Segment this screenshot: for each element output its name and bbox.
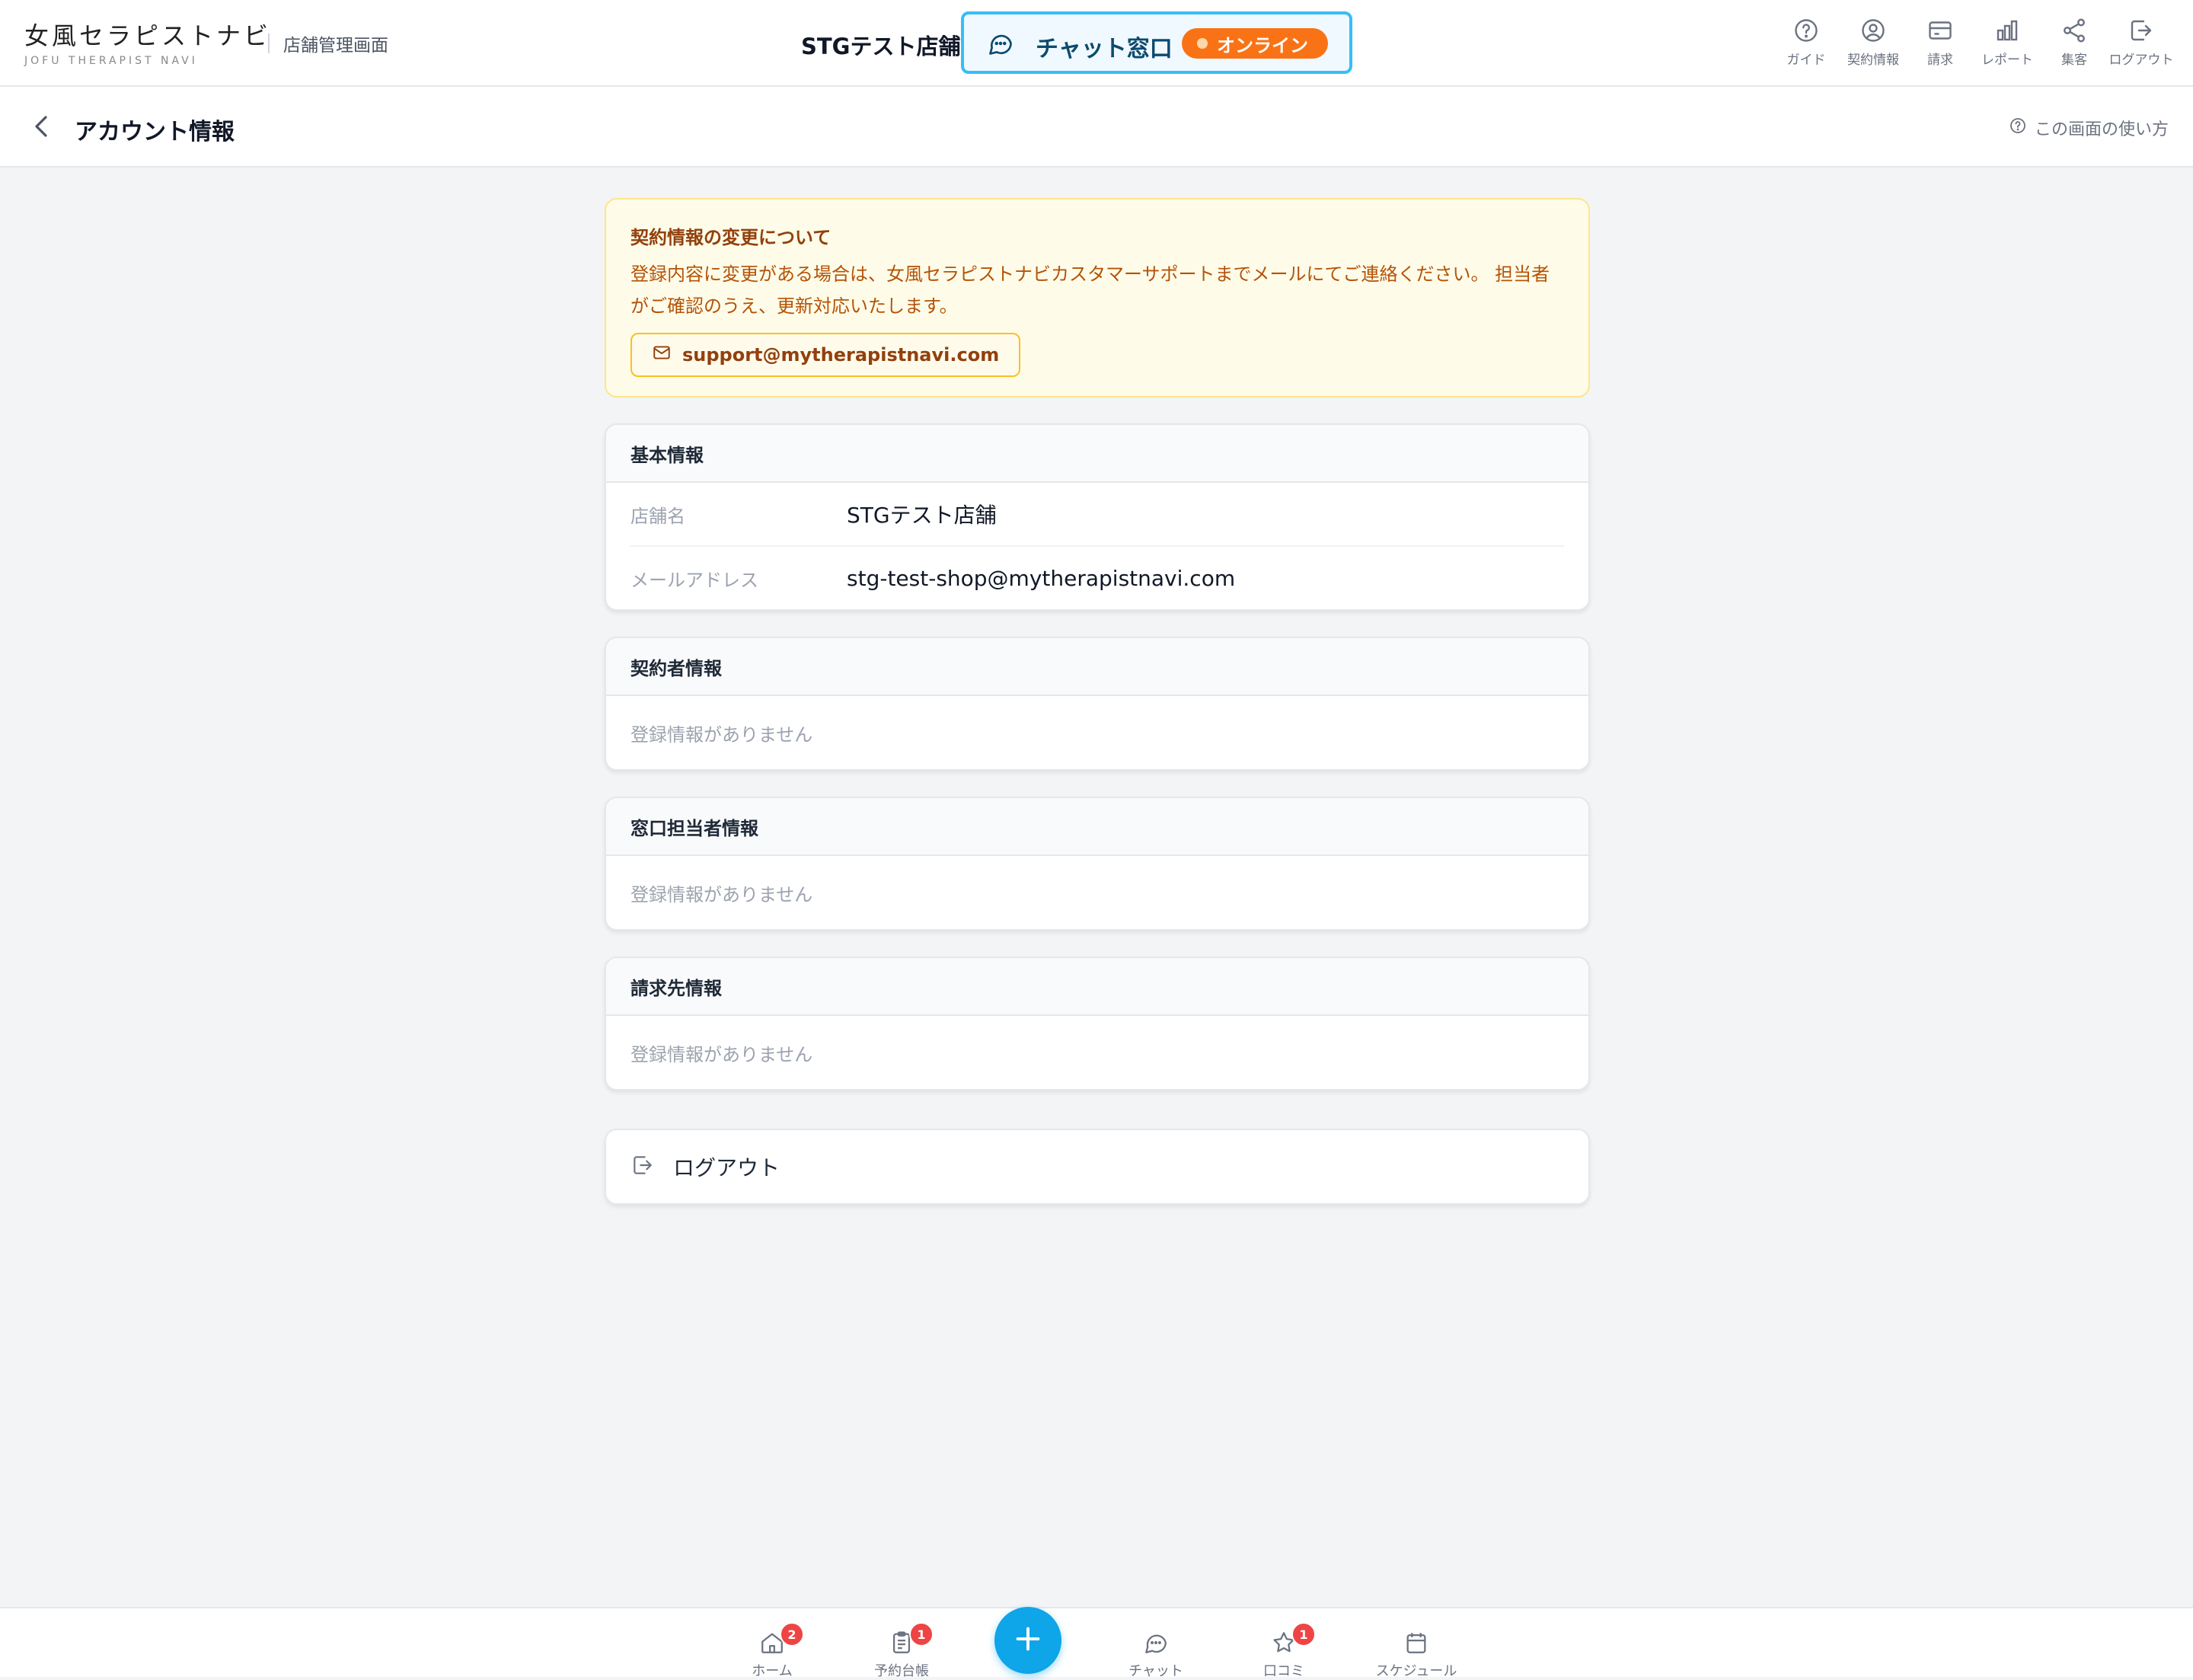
plus-icon bbox=[1013, 1624, 1043, 1657]
chat-window-button[interactable]: チャット窓口 オンライン bbox=[961, 11, 1352, 74]
bottom-nav-label: 口コミ bbox=[1263, 1663, 1304, 1679]
info-value: stg-test-shop@mytherapistnavi.com bbox=[847, 565, 1236, 591]
help-circle-icon bbox=[1773, 17, 1840, 44]
bottom-nav: 2 ホーム 1 予約台帳 チャット 1 口コミ スケジュール bbox=[0, 1607, 2193, 1680]
logout-icon bbox=[2108, 17, 2175, 44]
top-nav-report[interactable]: レポート bbox=[1974, 17, 2041, 68]
logout-label: ログアウト bbox=[673, 1155, 780, 1180]
info-label: メールアドレス bbox=[630, 569, 758, 591]
top-nav-label: レポート bbox=[1981, 53, 2033, 68]
store-name: STGテスト店舗 bbox=[801, 34, 961, 59]
top-nav-marketing[interactable]: 集客 bbox=[2041, 17, 2108, 68]
mail-icon bbox=[652, 343, 682, 367]
top-nav-label: ガイド bbox=[1786, 53, 1826, 68]
bottom-nav-label: スケジュール bbox=[1375, 1663, 1457, 1679]
chat-icon bbox=[1110, 1630, 1202, 1656]
clipboard-icon bbox=[856, 1630, 947, 1656]
bottom-nav-label: ホーム bbox=[752, 1663, 793, 1679]
top-nav: ガイド 契約情報 請求 レポート 集客 ログアウト bbox=[1773, 17, 2175, 68]
notification-badge: 1 bbox=[1291, 1622, 1316, 1646]
empty-message: 登録情報がありません bbox=[630, 883, 813, 905]
bottom-nav-chat[interactable]: チャット bbox=[1110, 1630, 1202, 1680]
screen-help-label: この画面の使い方 bbox=[2034, 120, 2169, 139]
logout-icon bbox=[630, 1153, 673, 1180]
card-title: 契約者情報 bbox=[606, 638, 1588, 696]
notification-badge: 1 bbox=[909, 1622, 934, 1646]
contract-change-notice: 契約情報の変更について 登録内容に変更がある場合は、女風セラピストナビカスタマー… bbox=[605, 198, 1590, 398]
empty-message: 登録情報がありません bbox=[630, 723, 813, 746]
chat-window-label: チャット窓口 bbox=[1036, 36, 1173, 62]
calendar-icon bbox=[1371, 1630, 1462, 1656]
bottom-nav-home[interactable]: 2 ホーム bbox=[726, 1622, 818, 1680]
empty-message: 登録情報がありません bbox=[630, 1043, 813, 1065]
bottom-nav-label: チャット bbox=[1128, 1663, 1183, 1679]
page-title: アカウント情報 bbox=[75, 119, 235, 145]
help-circle-icon bbox=[2009, 117, 2035, 139]
support-email-text: support@mytherapistnavi.com bbox=[682, 344, 1000, 366]
contact-info-card: 窓口担当者情報 登録情報がありません bbox=[605, 797, 1590, 931]
top-nav-label: 契約情報 bbox=[1847, 53, 1899, 68]
back-chevron-icon[interactable] bbox=[30, 114, 52, 142]
notification-badge: 2 bbox=[780, 1622, 804, 1646]
billing-info-card: 請求先情報 登録情報がありません bbox=[605, 957, 1590, 1091]
user-circle-icon bbox=[1840, 17, 1907, 44]
contractor-info-card: 契約者情報 登録情報がありません bbox=[605, 637, 1590, 771]
share-icon bbox=[2041, 17, 2108, 44]
online-status-badge: オンライン bbox=[1182, 28, 1328, 59]
logo-divider bbox=[268, 34, 270, 53]
star-icon bbox=[1238, 1630, 1330, 1656]
bottom-nav-label: 予約台帳 bbox=[874, 1663, 929, 1679]
basic-info-card: 基本情報 店舗名 STGテスト店舗 メールアドレス stg-test-shop@… bbox=[605, 423, 1590, 611]
info-label: 店舗名 bbox=[630, 505, 685, 527]
info-row: 店舗名 STGテスト店舗 bbox=[630, 483, 1564, 545]
screen-help-link[interactable]: この画面の使い方 bbox=[2009, 116, 2169, 140]
main-content: 契約情報の変更について 登録内容に変更がある場合は、女風セラピストナビカスタマー… bbox=[605, 198, 1590, 1205]
top-nav-label: ログアウト bbox=[2108, 53, 2174, 68]
card-title: 請求先情報 bbox=[606, 958, 1588, 1016]
chat-bubble-icon bbox=[987, 30, 1014, 60]
top-nav-label: 請求 bbox=[1927, 53, 1953, 68]
add-button[interactable] bbox=[994, 1607, 1061, 1674]
logout-button[interactable]: ログアウト bbox=[605, 1129, 1590, 1205]
bottom-nav-reservations[interactable]: 1 予約台帳 bbox=[856, 1622, 947, 1680]
sub-header: アカウント情報 この画面の使い方 bbox=[0, 87, 2193, 168]
store-admin-label: 店舗管理画面 bbox=[283, 36, 388, 56]
status-dot bbox=[1197, 38, 1208, 49]
notice-body: 登録内容に変更がある場合は、女風セラピストナビカスタマーサポートまでメールにてご… bbox=[630, 263, 1550, 317]
top-bar: 女風セラピストナビ JOFU THERAPIST NAVI 店舗管理画面 STG… bbox=[0, 0, 2193, 87]
home-icon bbox=[726, 1630, 818, 1656]
top-nav-logout[interactable]: ログアウト bbox=[2108, 17, 2175, 68]
logo-sub-text: JOFU THERAPIST NAVI bbox=[24, 55, 198, 67]
credit-card-icon bbox=[1907, 17, 1974, 44]
bottom-nav-reviews[interactable]: 1 口コミ bbox=[1238, 1622, 1330, 1680]
top-nav-billing[interactable]: 請求 bbox=[1907, 17, 1974, 68]
bottom-nav-schedule[interactable]: スケジュール bbox=[1371, 1630, 1462, 1680]
card-title: 窓口担当者情報 bbox=[606, 798, 1588, 856]
card-title: 基本情報 bbox=[606, 425, 1588, 483]
info-row: メールアドレス stg-test-shop@mytherapistnavi.co… bbox=[630, 545, 1564, 609]
logo-main-text: 女風セラピストナビ bbox=[24, 21, 272, 50]
online-status-text: オンライン bbox=[1217, 34, 1308, 56]
info-value: STGテスト店舗 bbox=[847, 503, 997, 528]
logo[interactable]: 女風セラピストナビ JOFU THERAPIST NAVI bbox=[24, 17, 271, 67]
top-nav-contract[interactable]: 契約情報 bbox=[1840, 17, 1907, 68]
support-email-button[interactable]: support@mytherapistnavi.com bbox=[630, 333, 1021, 377]
notice-title: 契約情報の変更について bbox=[630, 227, 832, 248]
top-nav-guide[interactable]: ガイド bbox=[1773, 17, 1840, 68]
bar-chart-icon bbox=[1974, 17, 2041, 44]
top-nav-label: 集客 bbox=[2061, 53, 2087, 68]
